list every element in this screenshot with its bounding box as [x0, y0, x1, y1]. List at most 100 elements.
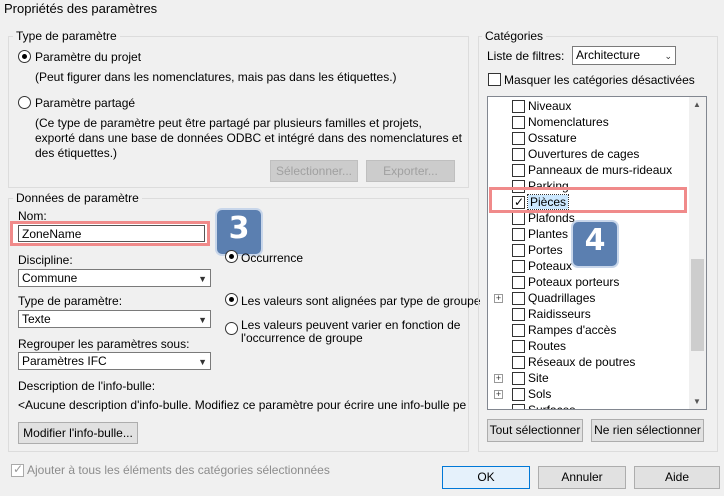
shared-param-label[interactable]: Paramètre partagé [35, 96, 135, 110]
shared-param-desc-2: exporté dans une base de données ODBC et… [35, 131, 462, 145]
expand-icon[interactable]: + [494, 294, 503, 303]
select-all-button[interactable]: Tout sélectionner [487, 419, 583, 442]
category-checkbox[interactable] [512, 260, 525, 273]
shared-param-desc-3: des étiquettes.) [35, 146, 118, 160]
filter-select[interactable]: Architecture ⌄ [572, 46, 676, 65]
select-none-button[interactable]: Ne rien sélectionner [591, 419, 704, 442]
group-under-select[interactable]: Paramètres IFC ▼ [18, 352, 211, 370]
group-under-label: Regrouper les paramètres sous: [18, 337, 190, 351]
expand-icon[interactable]: + [494, 390, 503, 399]
category-label: Site [528, 371, 549, 385]
occurrence-label[interactable]: Occurrence [241, 251, 303, 265]
chevron-down-icon: ▼ [198, 315, 207, 325]
category-label: Surfaces [528, 403, 576, 410]
category-row[interactable]: + Site [488, 370, 690, 386]
category-checkbox[interactable] [512, 324, 525, 337]
category-row[interactable]: Surfaces [488, 402, 690, 410]
category-row[interactable]: Rampes d'accès [488, 322, 690, 338]
occurrence-radio[interactable] [225, 250, 238, 263]
add-all-checkbox[interactable] [11, 462, 24, 477]
scroll-thumb[interactable] [691, 259, 704, 351]
project-param-radio[interactable] [18, 50, 31, 63]
category-label: Portes [528, 243, 563, 257]
category-row[interactable]: Niveaux [488, 98, 690, 114]
categories-label: Catégories [482, 29, 547, 43]
scrollbar[interactable]: ▲ ▼ [689, 97, 706, 409]
category-checkbox[interactable] [512, 372, 525, 385]
category-checkbox[interactable] [512, 100, 525, 113]
category-checkbox[interactable] [512, 308, 525, 321]
edit-tooltip-button[interactable]: Modifier l'info-bulle... [18, 422, 138, 444]
category-checkbox[interactable] [512, 116, 525, 129]
tooltip-desc-value: <Aucune description d'info-bulle. Modifi… [18, 398, 466, 412]
category-checkbox[interactable] [512, 276, 525, 289]
cancel-button[interactable]: Annuler [538, 466, 626, 489]
category-checkbox[interactable] [512, 356, 525, 369]
category-checkbox[interactable] [512, 340, 525, 353]
category-row[interactable]: Poteaux porteurs [488, 274, 690, 290]
category-checkbox[interactable] [512, 388, 525, 401]
category-row[interactable]: + Sols [488, 386, 690, 402]
category-row[interactable]: Raidisseurs [488, 306, 690, 322]
category-label: Niveaux [528, 99, 572, 113]
category-row[interactable]: Nomenclatures [488, 114, 690, 130]
project-param-label[interactable]: Paramètre du projet [35, 50, 141, 64]
discipline-select[interactable]: Commune ▼ [18, 269, 211, 287]
select-button[interactable]: Sélectionner... [270, 160, 358, 182]
name-input[interactable]: ZoneName [18, 225, 205, 242]
chevron-down-icon: ▼ [198, 357, 207, 367]
category-label: Panneaux de murs-rideaux [528, 163, 673, 177]
category-label: Poteaux [528, 259, 573, 273]
aligned-radio[interactable] [225, 293, 238, 306]
category-checkbox[interactable] [512, 164, 525, 177]
expand-icon[interactable]: + [494, 374, 503, 383]
param-type-select[interactable]: Texte ▼ [18, 310, 211, 328]
category-row[interactable]: Panneaux de murs-rideaux [488, 162, 690, 178]
selected-category-highlight [489, 187, 687, 213]
category-row[interactable]: Ossature [488, 130, 690, 146]
category-label: Plantes [528, 227, 569, 241]
help-button[interactable]: Aide [634, 466, 720, 489]
category-checkbox[interactable] [512, 244, 525, 257]
vary-radio[interactable] [225, 322, 238, 335]
discipline-value: Commune [22, 271, 78, 285]
hide-disabled-checkbox[interactable] [488, 73, 501, 86]
param-type-label: Type de paramètre [13, 29, 120, 43]
category-label: Poteaux porteurs [528, 275, 620, 289]
category-label: Rampes d'accès [528, 323, 617, 337]
vary-label-2[interactable]: l'occurrence de groupe [241, 331, 363, 345]
project-param-desc: (Peut figurer dans les nomenclatures, ma… [35, 70, 397, 84]
category-row[interactable]: Ouvertures de cages [488, 146, 690, 162]
scroll-up-icon[interactable]: ▲ [693, 100, 701, 109]
category-checkbox[interactable] [512, 148, 525, 161]
category-checkbox[interactable] [512, 404, 525, 409]
vary-label-1[interactable]: Les valeurs peuvent varier en fonction d… [241, 318, 460, 332]
discipline-label: Discipline: [18, 253, 73, 267]
scroll-down-icon[interactable]: ▼ [693, 397, 701, 406]
hide-disabled-label[interactable]: Masquer les catégories désactivées [504, 73, 695, 87]
shared-param-radio[interactable] [18, 96, 31, 109]
category-row[interactable]: Routes [488, 338, 690, 354]
category-label: Nomenclatures [528, 115, 609, 129]
category-row[interactable]: Réseaux de poutres [488, 354, 690, 370]
aligned-label[interactable]: Les valeurs sont alignées par type de gr… [241, 294, 481, 308]
param-data-label: Données de paramètre [13, 191, 142, 205]
window-title: Propriétés des paramètres [4, 1, 158, 16]
tooltip-desc-label: Description de l'info-bulle: [18, 379, 156, 393]
annotation-badge-4: 4 [571, 220, 619, 268]
param-type-value: Texte [22, 312, 51, 326]
filter-value: Architecture [576, 48, 641, 62]
category-checkbox[interactable] [512, 212, 525, 225]
shared-param-desc-1: (Ce type de paramètre peut être partagé … [35, 116, 422, 130]
category-checkbox[interactable] [512, 228, 525, 241]
category-label: Plafonds [528, 211, 575, 225]
category-checkbox[interactable] [512, 132, 525, 145]
export-button[interactable]: Exporter... [366, 160, 455, 182]
add-all-label[interactable]: Ajouter à tous les éléments des catégori… [27, 463, 330, 477]
category-row[interactable]: + Quadrillages [488, 290, 690, 306]
category-checkbox[interactable] [512, 292, 525, 305]
param-type-select-label: Type de paramètre: [18, 294, 123, 308]
filter-list-label: Liste de filtres: [487, 49, 565, 63]
chevron-down-icon: ⌄ [664, 51, 672, 61]
ok-button[interactable]: OK [442, 466, 530, 489]
